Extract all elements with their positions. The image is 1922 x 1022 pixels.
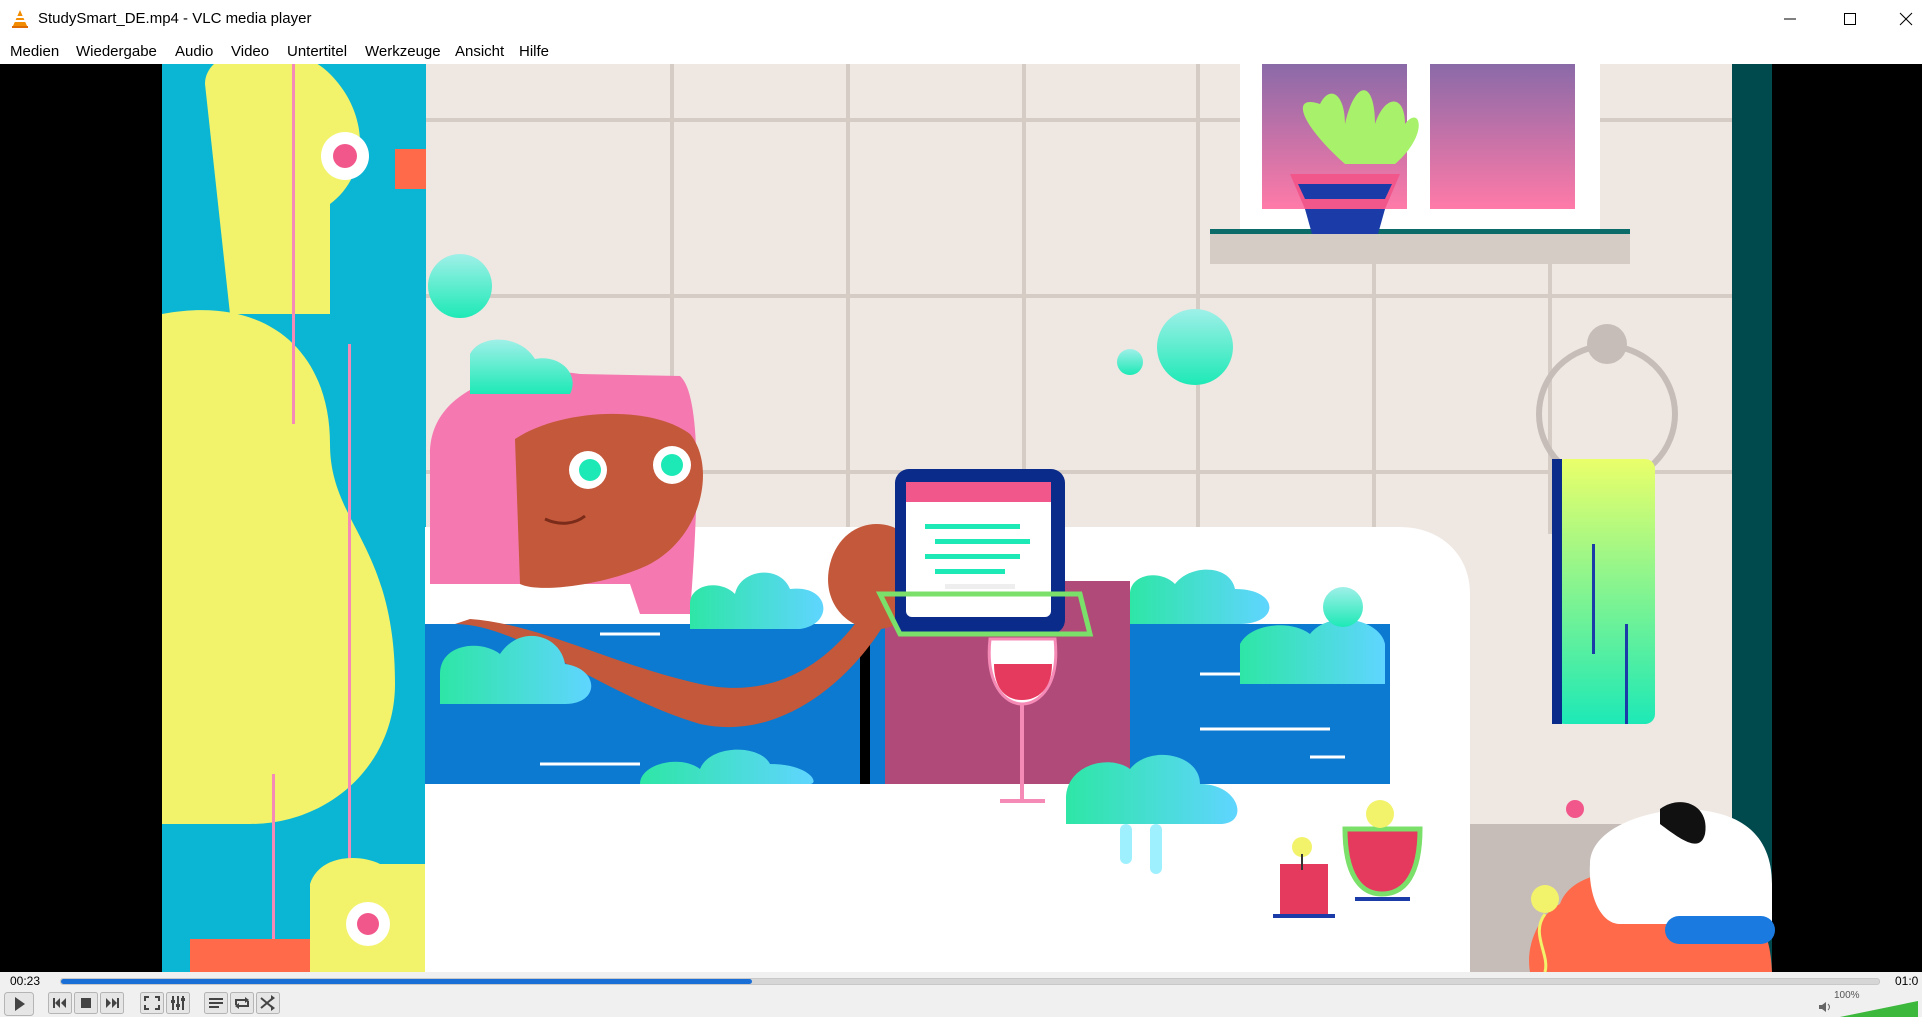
shuffle-button[interactable] [256, 992, 280, 1014]
close-button[interactable] [1876, 0, 1922, 38]
menu-medien[interactable]: Medien [10, 38, 59, 64]
vlc-cone-icon [10, 9, 30, 29]
menu-audio[interactable]: Audio [175, 38, 213, 64]
next-button[interactable] [100, 992, 124, 1014]
playback-controls: 100% [0, 990, 1922, 1017]
playlist-icon [204, 992, 228, 1014]
minimize-button[interactable] [1760, 0, 1820, 38]
menu-untertitel[interactable]: Untertitel [287, 38, 347, 64]
play-button[interactable] [4, 992, 34, 1016]
next-icon [100, 992, 124, 1014]
menu-hilfe[interactable]: Hilfe [519, 38, 549, 64]
equalizer-icon [166, 992, 190, 1014]
play-icon [4, 992, 34, 1016]
playlist-button[interactable] [204, 992, 228, 1014]
window-title: StudySmart_DE.mp4 - VLC media player [38, 10, 312, 27]
fullscreen-icon [140, 992, 164, 1014]
extended-settings-button[interactable] [166, 992, 190, 1014]
menu-ansicht[interactable]: Ansicht [455, 38, 504, 64]
video-surface[interactable] [0, 64, 1922, 972]
stop-icon [74, 992, 98, 1014]
menu-video[interactable]: Video [231, 38, 269, 64]
speaker-icon[interactable] [1818, 1000, 1832, 1018]
menu-werkzeuge[interactable]: Werkzeuge [365, 38, 441, 64]
video-frame-illustration [162, 64, 1775, 972]
total-time: 01:0 [1895, 974, 1919, 988]
previous-icon [48, 992, 72, 1014]
stop-button[interactable] [74, 992, 98, 1014]
loop-icon [230, 992, 254, 1014]
volume-percent: 100% [1834, 990, 1860, 1001]
shuffle-icon [256, 992, 280, 1014]
close-icon [1899, 12, 1913, 26]
previous-button[interactable] [48, 992, 72, 1014]
menu-wiedergabe[interactable]: Wiedergabe [76, 38, 157, 64]
seek-row: 00:23 01:0 [0, 972, 1922, 990]
seek-bar[interactable] [60, 978, 1880, 985]
seek-bar-progress [61, 979, 752, 984]
minimize-icon [1784, 18, 1796, 20]
loop-button[interactable] [230, 992, 254, 1014]
volume-slider[interactable] [1840, 1001, 1918, 1022]
maximize-icon [1844, 13, 1856, 25]
elapsed-time: 00:23 [10, 974, 41, 988]
volume-level [1840, 1001, 1918, 1017]
maximize-button[interactable] [1820, 0, 1880, 38]
fullscreen-button[interactable] [140, 992, 164, 1014]
menu-bar: Medien Wiedergabe Audio Video Untertitel… [0, 38, 1922, 64]
title-bar: StudySmart_DE.mp4 - VLC media player [0, 0, 1922, 38]
